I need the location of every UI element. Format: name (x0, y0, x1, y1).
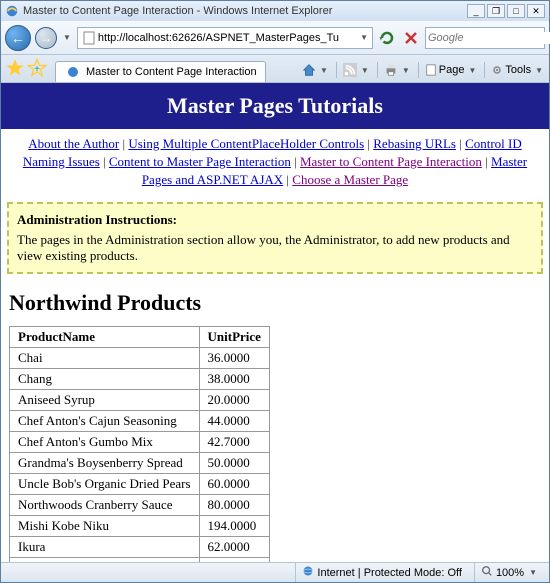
page-banner: Master Pages Tutorials (1, 83, 549, 129)
tab-label: Master to Content Page Interaction (86, 66, 257, 78)
table-row: Uncle Bob's Organic Dried Pears60.0000 (10, 473, 270, 494)
table-row: Chang38.0000 (10, 368, 270, 389)
close-button[interactable]: ✕ (527, 4, 545, 18)
ie-logo-icon (5, 4, 19, 18)
nav-separator: | (364, 136, 373, 151)
zoom-control[interactable]: 100% ▼ (474, 563, 545, 582)
stop-button[interactable] (401, 28, 421, 48)
admin-instructions-box: Administration Instructions: The pages i… (7, 202, 543, 274)
browser-window: Master to Content Page Interaction - Win… (0, 0, 550, 583)
tab-bar: + Master to Content Page Interaction ▼ ▼… (1, 55, 549, 83)
window-title: Master to Content Page Interaction - Win… (23, 5, 467, 17)
cell-product-name: Aniseed Syrup (10, 389, 200, 410)
cell-unit-price: 60.0000 (199, 473, 269, 494)
products-table: ProductNameUnitPrice Chai36.0000Chang38.… (9, 326, 270, 562)
cell-product-name: Chef Anton's Cajun Seasoning (10, 410, 200, 431)
zoom-icon (481, 565, 493, 580)
address-dropdown-icon[interactable]: ▼ (358, 33, 370, 42)
cell-product-name: Grandma's Boysenberry Spread (10, 452, 200, 473)
refresh-button[interactable] (377, 28, 397, 48)
content-area: Master Pages Tutorials About the Author … (1, 83, 549, 562)
status-bar: Internet | Protected Mode: Off 100% ▼ (1, 562, 549, 582)
cell-unit-price: 42.0000 (199, 557, 269, 562)
history-dropdown-icon[interactable]: ▼ (61, 33, 73, 42)
nav-link[interactable]: Rebasing URLs (373, 136, 456, 151)
browser-tab[interactable]: Master to Content Page Interaction (55, 61, 266, 82)
nav-link[interactable]: Master to Content Page Interaction (300, 154, 482, 169)
cell-unit-price: 194.0000 (199, 515, 269, 536)
minimize-button[interactable]: _ (467, 4, 485, 18)
cell-product-name: Uncle Bob's Organic Dried Pears (10, 473, 200, 494)
cell-unit-price: 38.0000 (199, 368, 269, 389)
admin-body: The pages in the Administration section … (17, 232, 533, 264)
cell-unit-price: 80.0000 (199, 494, 269, 515)
admin-title: Administration Instructions: (17, 212, 533, 228)
cell-unit-price: 62.0000 (199, 536, 269, 557)
nav-link[interactable]: Choose a Master Page (292, 172, 408, 187)
zoom-dropdown-icon[interactable]: ▼ (527, 568, 539, 577)
table-row: Grandma's Boysenberry Spread50.0000 (10, 452, 270, 473)
cell-unit-price: 42.7000 (199, 431, 269, 452)
maximize-button[interactable]: □ (507, 4, 525, 18)
nav-separator: | (456, 136, 465, 151)
window-controls: _ ❐ □ ✕ (467, 4, 545, 18)
favorites-star-icon[interactable] (5, 58, 25, 78)
address-bar[interactable]: ▼ (77, 27, 373, 49)
cell-product-name: Northwoods Cranberry Sauce (10, 494, 200, 515)
cell-unit-price: 50.0000 (199, 452, 269, 473)
nav-separator: | (100, 154, 109, 169)
feeds-button[interactable]: ▼ (343, 63, 371, 77)
table-row: Northwoods Cranberry Sauce80.0000 (10, 494, 270, 515)
table-row: Ikura62.0000 (10, 536, 270, 557)
banner-title: Master Pages Tutorials (167, 93, 383, 118)
table-row: Mishi Kobe Niku194.0000 (10, 515, 270, 536)
table-row: Queso Cabrales42.0000 (10, 557, 270, 562)
nav-link[interactable]: About the Author (28, 136, 119, 151)
table-row: Chef Anton's Cajun Seasoning44.0000 (10, 410, 270, 431)
home-button[interactable]: ▼ (302, 63, 330, 77)
search-box[interactable]: ▼ (425, 27, 545, 49)
nav-toolbar: ← → ▼ ▼ ▼ (1, 21, 549, 55)
cell-product-name: Queso Cabrales (10, 557, 200, 562)
column-header: ProductName (10, 326, 200, 347)
table-row: Aniseed Syrup20.0000 (10, 389, 270, 410)
internet-zone-icon (302, 565, 314, 580)
status-zone: Internet | Protected Mode: Off (295, 563, 468, 582)
print-button[interactable]: ▼ (384, 63, 412, 77)
nav-separator: | (291, 154, 300, 169)
title-bar: Master to Content Page Interaction - Win… (1, 1, 549, 21)
cell-unit-price: 44.0000 (199, 410, 269, 431)
nav-links: About the Author | Using Multiple Conten… (1, 129, 549, 196)
command-bar: ▼ ▼ ▼ Page▼ Tools▼ (302, 62, 545, 82)
cell-product-name: Chang (10, 368, 200, 389)
cell-product-name: Ikura (10, 536, 200, 557)
page-icon (82, 31, 96, 45)
page-menu[interactable]: Page▼ (425, 64, 479, 76)
column-header: UnitPrice (199, 326, 269, 347)
back-button[interactable]: ← (5, 25, 31, 51)
nav-separator: | (283, 172, 292, 187)
cell-product-name: Chef Anton's Gumbo Mix (10, 431, 200, 452)
nav-separator: | (482, 154, 491, 169)
svg-text:+: + (34, 64, 40, 75)
cell-unit-price: 20.0000 (199, 389, 269, 410)
restore-button[interactable]: ❐ (487, 4, 505, 18)
tab-page-icon (66, 65, 80, 79)
table-row: Chef Anton's Gumbo Mix42.7000 (10, 431, 270, 452)
forward-button[interactable]: → (35, 27, 57, 49)
nav-link[interactable]: Content to Master Page Interaction (109, 154, 291, 169)
nav-link[interactable]: Using Multiple ContentPlaceHolder Contro… (128, 136, 364, 151)
cell-product-name: Chai (10, 347, 200, 368)
nav-separator: | (119, 136, 128, 151)
cell-unit-price: 36.0000 (199, 347, 269, 368)
cell-product-name: Mishi Kobe Niku (10, 515, 200, 536)
table-row: Chai36.0000 (10, 347, 270, 368)
tools-menu[interactable]: Tools▼ (491, 64, 545, 76)
search-input[interactable] (428, 32, 550, 44)
add-favorite-icon[interactable]: + (27, 58, 47, 78)
url-input[interactable] (98, 32, 358, 44)
products-heading: Northwind Products (1, 280, 549, 322)
